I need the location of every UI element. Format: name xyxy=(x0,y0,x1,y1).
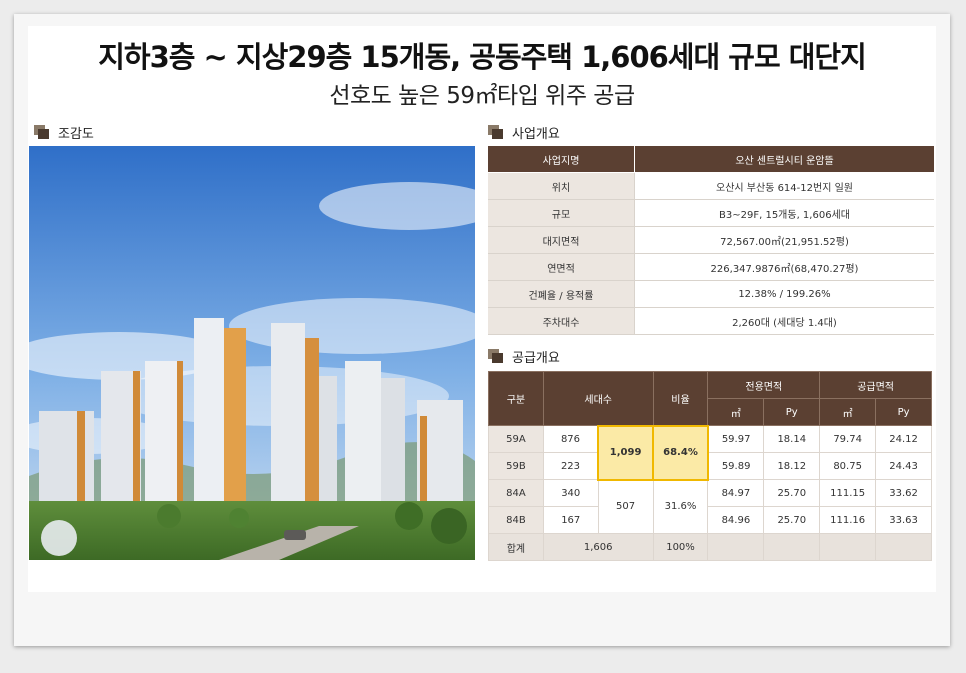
supply-overview-table: 구분 세대수 비율 전용면적 공급면적 ㎡ Py ㎡ Py 59A 876 1,… xyxy=(488,371,932,561)
overview-value: 72,567.00㎡(21,951.52평) xyxy=(634,226,934,254)
exclusive-py: 25.70 xyxy=(763,506,821,534)
birdseye-rendering xyxy=(29,146,475,560)
overview-label: 주차대수 xyxy=(488,307,635,335)
overview-value: 2,260대 (세대당 1.4대) xyxy=(634,307,934,335)
exclusive-sqm: 84.96 xyxy=(707,506,765,534)
overview-label: 사업지명 xyxy=(488,146,635,173)
overview-row: 주차대수 2,260대 (세대당 1.4대) xyxy=(488,307,934,335)
supply-sqm: 79.74 xyxy=(819,425,877,453)
col-unit-sqm: ㎡ xyxy=(819,398,877,426)
overview-label: 연면적 xyxy=(488,253,635,281)
col-unit-py: Py xyxy=(875,398,932,426)
overview-row: 위치 오산시 부산동 614-12번지 일원 xyxy=(488,172,934,200)
supply-sqm: 111.15 xyxy=(819,479,877,507)
square-bullet-icon xyxy=(34,125,50,139)
overview-value: 오산시 부산동 614-12번지 일원 xyxy=(634,172,934,200)
group-households-highlight: 1,099 xyxy=(597,424,655,481)
col-ratio: 비율 xyxy=(652,371,709,426)
total-empty xyxy=(763,533,821,561)
overview-value: B3~29F, 15개동, 1,606세대 xyxy=(634,199,934,227)
col-unit-sqm: ㎡ xyxy=(707,398,765,426)
col-supply-area: 공급면적 xyxy=(819,371,932,399)
supply-sqm: 80.75 xyxy=(819,452,877,480)
section-overview-label: 사업개요 xyxy=(512,126,560,142)
section-birdseye: 조감도 xyxy=(34,123,94,142)
exclusive-sqm: 84.97 xyxy=(707,479,765,507)
apartment-rendering-image xyxy=(29,146,475,560)
supply-sqm: 111.16 xyxy=(819,506,877,534)
supply-header-row: 구분 세대수 비율 전용면적 공급면적 xyxy=(488,371,932,426)
overview-row: 연면적 226,347.9876㎡(68,470.27평) xyxy=(488,253,934,281)
supply-py: 24.43 xyxy=(875,452,932,480)
group-ratio: 31.6% xyxy=(652,479,709,534)
overview-header-row: 사업지명 오산 센트럴시티 운암뜰 xyxy=(488,146,934,173)
overview-row: 대지면적 72,567.00㎡(21,951.52평) xyxy=(488,226,934,254)
overview-label: 대지면적 xyxy=(488,226,635,254)
exclusive-sqm: 59.97 xyxy=(707,425,765,453)
households: 876 xyxy=(542,425,599,453)
section-supply-label: 공급개요 xyxy=(512,350,560,366)
exclusive-py: 25.70 xyxy=(763,479,821,507)
section-birdseye-label: 조감도 xyxy=(58,126,94,142)
supply-row: 59B 223 59.89 18.12 80.75 24.43 xyxy=(488,452,932,480)
overview-label: 위치 xyxy=(488,172,635,200)
col-households: 세대수 xyxy=(542,371,654,426)
households: 223 xyxy=(542,452,599,480)
supply-row: 59A 876 1,099 68.4% 59.97 18.14 79.74 24… xyxy=(488,424,932,481)
page-subtitle: 선호도 높은 59㎡타입 위주 공급 xyxy=(329,83,635,109)
total-label: 합계 xyxy=(488,533,544,561)
unit-type: 84B xyxy=(488,506,544,534)
supply-py: 33.63 xyxy=(875,506,932,534)
overview-value: 12.38% / 199.26% xyxy=(634,280,934,308)
title-box: 지하3층 ~ 지상29층 15개동, 공동주택 1,606세대 규모 대단지 선… xyxy=(28,26,936,114)
overview-value: 오산 센트럴시티 운암뜰 xyxy=(634,146,934,173)
supply-row: 84B 167 84.96 25.70 111.16 33.63 xyxy=(488,506,932,534)
section-supply: 공급개요 xyxy=(488,347,560,366)
exclusive-py: 18.14 xyxy=(763,425,821,453)
col-unit-py: Py xyxy=(763,398,821,426)
col-type: 구분 xyxy=(488,371,544,426)
content-card: 지하3층 ~ 지상29층 15개동, 공동주택 1,606세대 규모 대단지 선… xyxy=(28,26,936,592)
overview-value: 226,347.9876㎡(68,470.27평) xyxy=(634,253,934,281)
group-households: 507 xyxy=(597,479,654,534)
total-ratio: 100% xyxy=(652,533,709,561)
page-title: 지하3층 ~ 지상29층 15개동, 공동주택 1,606세대 규모 대단지 xyxy=(98,40,867,74)
exclusive-py: 18.12 xyxy=(763,452,821,480)
supply-py: 33.62 xyxy=(875,479,932,507)
square-bullet-icon xyxy=(488,125,504,139)
group-ratio-highlight: 68.4% xyxy=(652,424,709,481)
households: 167 xyxy=(542,506,599,534)
unit-type: 59B xyxy=(488,452,544,480)
households: 340 xyxy=(542,479,599,507)
square-bullet-icon xyxy=(488,349,504,363)
supply-total-row: 합계 1,606 100% xyxy=(488,533,932,561)
exclusive-sqm: 59.89 xyxy=(707,452,765,480)
unit-type: 84A xyxy=(488,479,544,507)
business-overview-table: 사업지명 오산 센트럴시티 운암뜰 위치 오산시 부산동 614-12번지 일원… xyxy=(488,146,934,335)
supply-py: 24.12 xyxy=(875,425,932,453)
total-empty xyxy=(875,533,932,561)
overview-label: 건폐율 / 용적률 xyxy=(488,280,635,308)
col-exclusive-area: 전용면적 xyxy=(707,371,821,399)
overview-row: 규모 B3~29F, 15개동, 1,606세대 xyxy=(488,199,934,227)
section-overview: 사업개요 xyxy=(488,123,560,142)
supply-row: 84A 340 507 31.6% 84.97 25.70 111.15 33.… xyxy=(488,479,932,534)
unit-type: 59A xyxy=(488,425,544,453)
overview-row: 건폐율 / 용적률 12.38% / 199.26% xyxy=(488,280,934,308)
overview-label: 규모 xyxy=(488,199,635,227)
total-empty xyxy=(819,533,877,561)
total-households: 1,606 xyxy=(542,533,654,561)
total-empty xyxy=(707,533,765,561)
